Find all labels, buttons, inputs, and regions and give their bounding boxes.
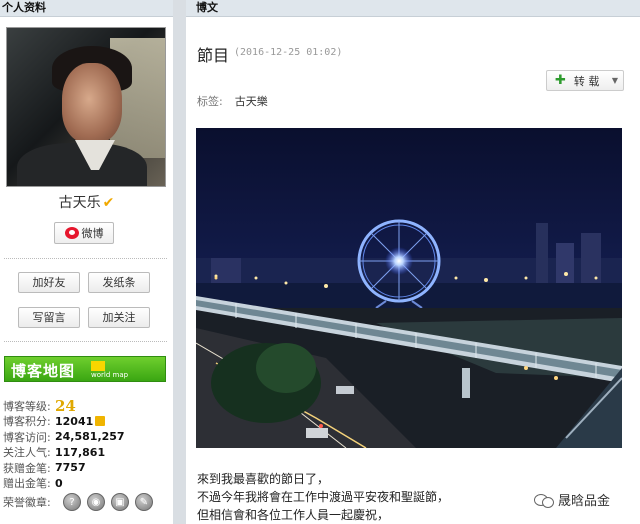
blog-map-title: 博客地图 — [11, 362, 76, 380]
send-note-button[interactable]: 发纸条 — [88, 272, 150, 293]
stat-value: 0 — [55, 476, 63, 490]
stat-label: 获赠金笔: — [3, 461, 51, 475]
weibo-icon — [64, 227, 79, 239]
repost-button[interactable]: ✚ 转 载 ▼ — [546, 70, 624, 91]
divider — [4, 341, 167, 342]
post-body-line: 不過今年我將會在工作中渡過平安夜和聖誕節， — [197, 490, 450, 504]
stat-label: 博客积分: — [3, 415, 51, 429]
wechat-watermark: 晟晗品金 — [534, 490, 611, 509]
stat-value: 7757 — [55, 461, 86, 475]
post-panel-header: 博文 — [186, 0, 640, 17]
stat-value[interactable]: 24 — [55, 397, 76, 415]
stat-label: 博客访问: — [3, 430, 51, 444]
post-title: 節目 — [197, 46, 230, 65]
stat-level: 博客等级: 24 — [3, 397, 171, 415]
stat-label: 关注人气: — [3, 446, 51, 460]
camera-badge-icon[interactable]: ◉ — [87, 493, 105, 511]
post-panel: 博文 節目 (2016-12-25 01:02) ✚ 转 载 ▼ 标签: 古天樂 — [186, 0, 640, 524]
stat-points: 博客积分: 12041 — [3, 414, 171, 430]
follow-button[interactable]: 加关注 — [88, 307, 150, 328]
blog-map-banner[interactable]: 博客地图 world map — [4, 356, 166, 382]
username[interactable]: 古天乐 ✔ — [0, 192, 173, 212]
post-date: (2016-12-25 01:02) — [234, 47, 343, 58]
stat-pens-received: 获赠金笔: 7757 — [3, 460, 171, 476]
stat-label: 赠出金笔: — [3, 477, 51, 491]
post-body-line: 但相信會和各位工作人員一起慶祝， — [197, 508, 390, 522]
post-body-line: 來到我最喜歡的節日了， — [197, 472, 330, 486]
chevron-down-icon[interactable]: ▼ — [612, 76, 618, 85]
stat-value: 117,861 — [55, 445, 106, 459]
weibo-button-label: 微博 — [81, 227, 104, 240]
blog-stats: 博客等级: 24 博客积分: 12041 博客访问: 24,581,257 关注… — [3, 397, 171, 513]
post-tags: 标签: 古天樂 — [197, 93, 268, 109]
pen-badge-icon[interactable]: ✎ — [135, 493, 153, 511]
column-gutter — [173, 0, 186, 524]
stat-value: 12041 — [55, 414, 94, 428]
blog-map-subtitle: world map — [91, 371, 129, 379]
post-body: 來到我最喜歡的節日了， 不過今年我將會在工作中渡過平安夜和聖誕節， 但相信會和各… — [197, 470, 449, 524]
stat-visits: 博客访问: 24,581,257 — [3, 429, 171, 445]
wechat-icon — [534, 492, 554, 508]
write-message-button[interactable]: 写留言 — [18, 307, 80, 328]
stat-value: 24,581,257 — [55, 430, 125, 444]
username-text[interactable]: 古天乐 — [59, 195, 101, 211]
stat-badges: 荣誉徽章: ? ◉ ▣ ✎ — [3, 491, 171, 513]
stat-pens-given: 赠出金笔: 0 — [3, 476, 171, 492]
stat-label: 博客等级: — [3, 399, 51, 413]
weibo-button[interactable]: 微博 — [54, 222, 114, 244]
tag-link[interactable]: 古天樂 — [235, 95, 268, 108]
stat-label: 荣誉徽章: — [3, 496, 51, 509]
repost-button-label: 转 载 — [573, 74, 600, 88]
verified-icon: ✔ — [102, 195, 115, 211]
watermark-text: 晟晗品金 — [558, 494, 611, 509]
profile-panel: 个人资料 古天乐 ✔ 微博 加好友 发纸条 写留言 加关注 博客地图 world … — [0, 0, 173, 524]
add-friend-button[interactable]: 加好友 — [18, 272, 80, 293]
plus-icon: ✚ — [555, 73, 566, 88]
divider — [4, 258, 167, 259]
avatar[interactable] — [6, 27, 166, 187]
stat-followers: 关注人气: 117,861 — [3, 445, 171, 461]
map-tag-icon — [91, 361, 105, 371]
profile-panel-header: 个人资料 — [0, 0, 173, 17]
post-photo — [196, 128, 622, 448]
tags-label: 标签: — [197, 95, 223, 108]
night-harbor-ferris-wheel-image — [196, 128, 622, 448]
points-icon[interactable] — [95, 416, 106, 427]
lock-badge-icon[interactable]: ▣ — [111, 493, 129, 511]
question-badge-icon[interactable]: ? — [63, 493, 81, 511]
badge-list: ? ◉ ▣ ✎ — [63, 493, 153, 511]
blog-page: 个人资料 古天乐 ✔ 微博 加好友 发纸条 写留言 加关注 博客地图 world … — [0, 0, 640, 524]
